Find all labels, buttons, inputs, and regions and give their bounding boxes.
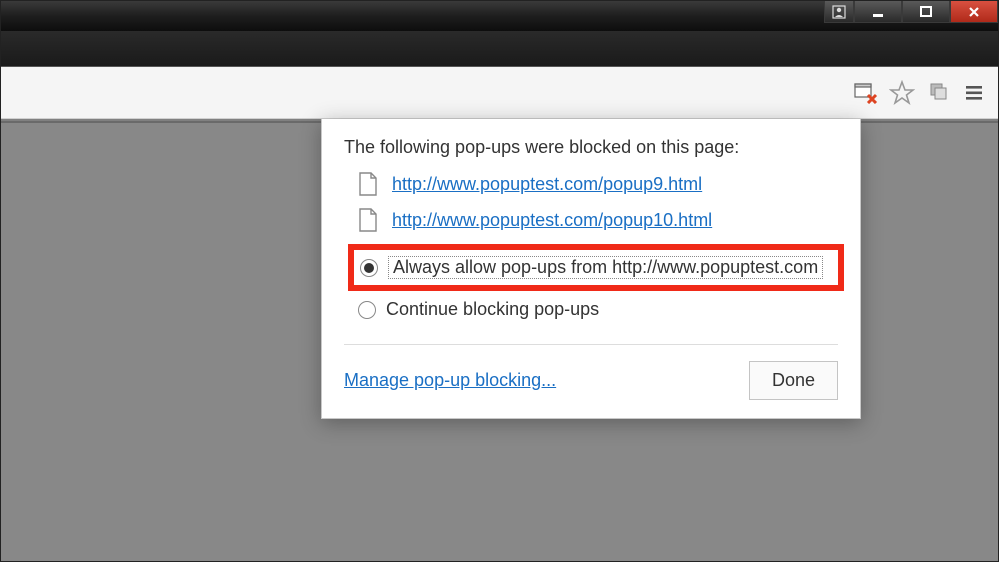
blocked-popup-item: http://www.popuptest.com/popup9.html	[358, 172, 838, 196]
menu-icon[interactable]	[960, 79, 988, 107]
profile-button[interactable]	[824, 1, 854, 23]
popup-footer: Manage pop-up blocking... Done	[344, 361, 838, 400]
window-titlebar	[1, 1, 998, 31]
popup-action-radio-group: Always allow pop-ups from http://www.pop…	[354, 244, 838, 326]
popup-blocked-icon[interactable]	[852, 79, 880, 107]
radio-icon	[360, 259, 378, 277]
blocked-popup-link[interactable]: http://www.popuptest.com/popup9.html	[392, 174, 702, 195]
blocked-popup-link[interactable]: http://www.popuptest.com/popup10.html	[392, 210, 712, 231]
done-button[interactable]: Done	[749, 361, 838, 400]
close-button[interactable]	[950, 1, 998, 23]
minimize-button[interactable]	[854, 1, 902, 23]
extensions-icon[interactable]	[924, 79, 952, 107]
radio-icon	[358, 301, 376, 319]
separator	[344, 344, 838, 345]
page-icon	[358, 208, 378, 232]
toolbar	[1, 67, 998, 119]
blocked-popup-item: http://www.popuptest.com/popup10.html	[358, 208, 838, 232]
radio-label: Continue blocking pop-ups	[386, 299, 599, 320]
radio-allow-popups[interactable]: Always allow pop-ups from http://www.pop…	[348, 244, 844, 291]
tab-strip	[1, 31, 998, 67]
bookmark-star-icon[interactable]	[888, 79, 916, 107]
maximize-button[interactable]	[902, 1, 950, 23]
browser-window: The following pop-ups were blocked on th…	[0, 0, 999, 562]
page-icon	[358, 172, 378, 196]
radio-continue-blocking[interactable]: Continue blocking pop-ups	[354, 293, 838, 326]
manage-popup-blocking-link[interactable]: Manage pop-up blocking...	[344, 370, 556, 391]
popup-heading: The following pop-ups were blocked on th…	[344, 137, 838, 158]
blocked-popup-list: http://www.popuptest.com/popup9.html htt…	[358, 172, 838, 232]
window-controls	[824, 1, 998, 23]
radio-label: Always allow pop-ups from http://www.pop…	[393, 257, 818, 277]
popup-blocked-panel: The following pop-ups were blocked on th…	[321, 119, 861, 419]
